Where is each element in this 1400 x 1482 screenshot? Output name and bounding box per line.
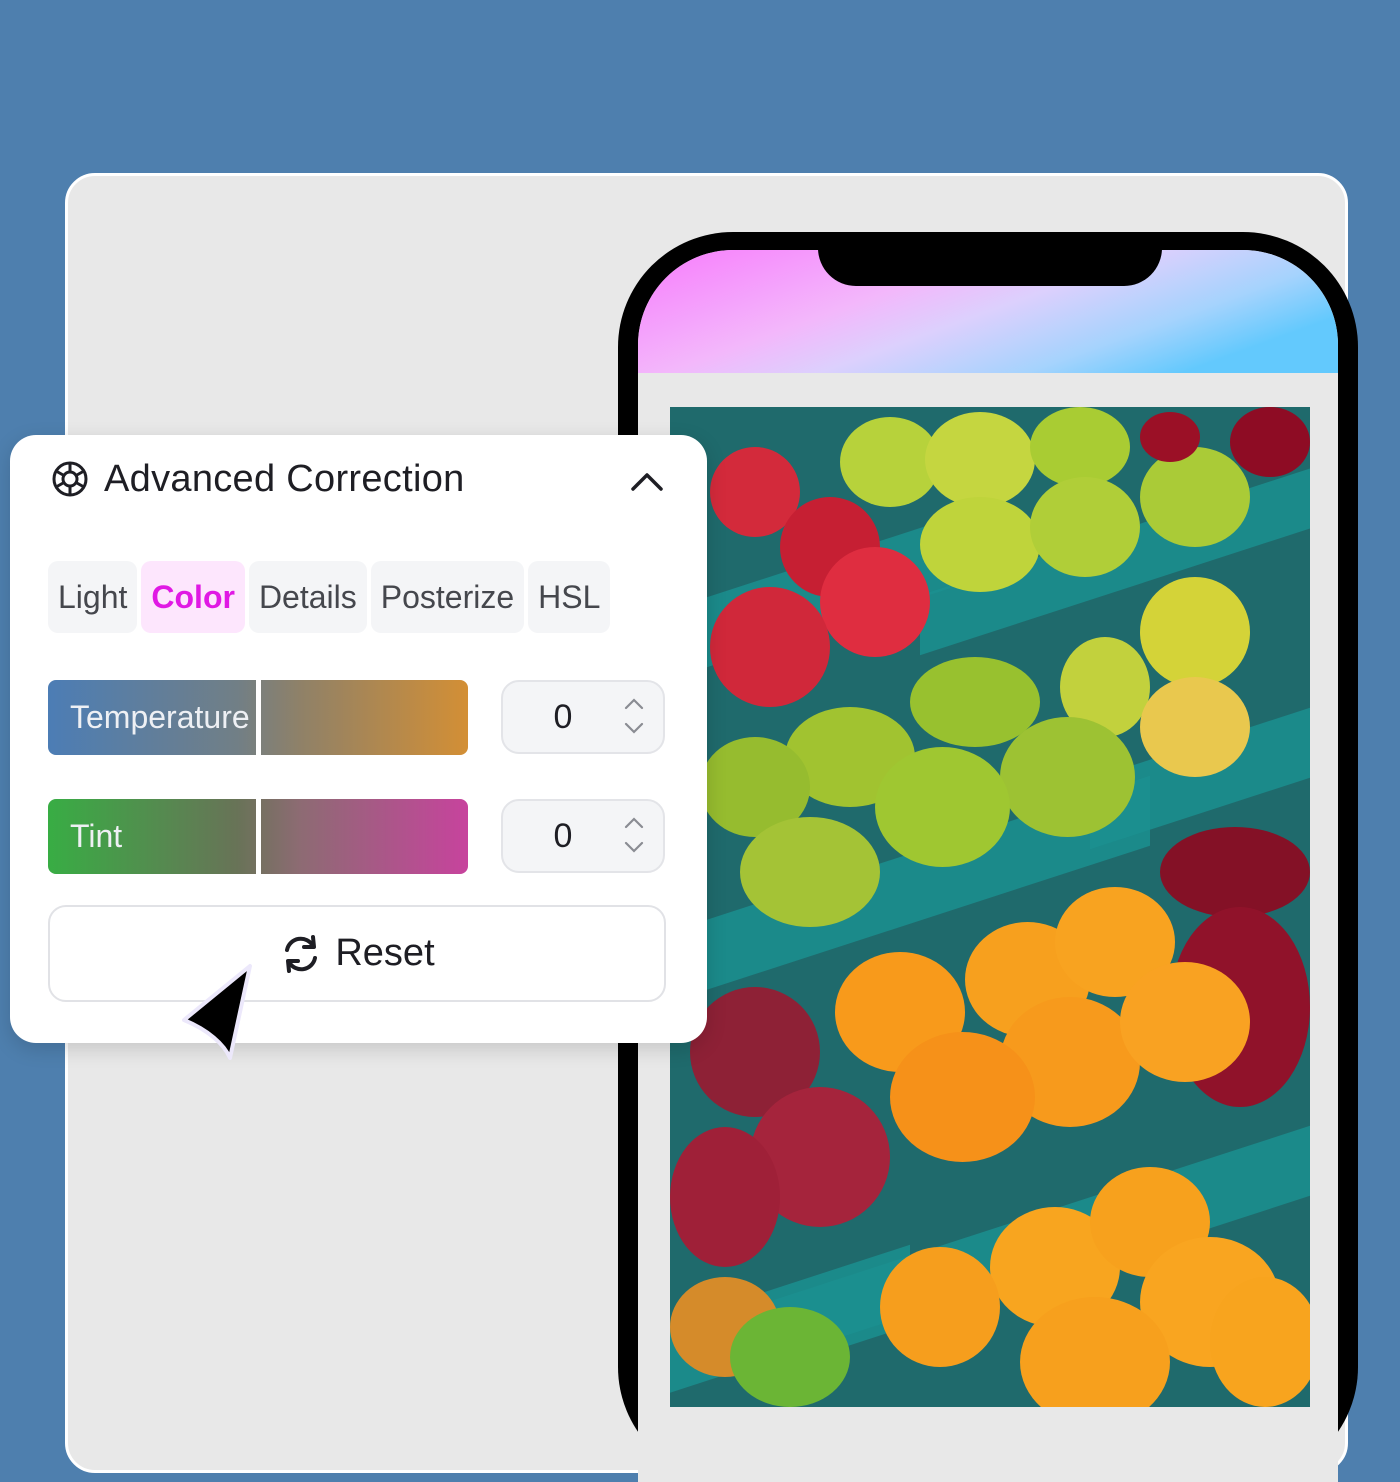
tint-stepper[interactable]: 0 — [501, 799, 665, 873]
correction-tabs: Light Color Details Posterize HSL — [48, 561, 611, 633]
chevron-up-icon[interactable] — [621, 813, 647, 833]
chevron-up-icon[interactable] — [621, 694, 647, 714]
tab-light[interactable]: Light — [48, 561, 138, 633]
refresh-icon — [285, 934, 318, 973]
temperature-row: Temperature 0 — [48, 680, 668, 755]
tint-slider[interactable]: Tint — [48, 799, 468, 874]
temperature-slider[interactable]: Temperature — [48, 680, 468, 755]
tab-details[interactable]: Details — [248, 561, 367, 633]
panel-title: Advanced Correction — [104, 457, 465, 500]
tab-color[interactable]: Color — [141, 561, 245, 633]
fruit-photo — [670, 407, 1310, 1407]
temperature-slider-thumb[interactable] — [256, 680, 261, 755]
mouse-cursor-icon — [182, 964, 252, 1060]
chevron-down-icon[interactable] — [621, 718, 647, 738]
reset-label: Reset — [335, 932, 435, 974]
tint-slider-thumb[interactable] — [256, 799, 261, 874]
phone-mockup — [618, 232, 1358, 1482]
panel-header: Advanced Correction — [50, 457, 667, 501]
advanced-correction-panel: Advanced Correction Light Color Details … — [10, 435, 707, 1043]
chevron-down-icon[interactable] — [621, 837, 647, 857]
tab-posterize[interactable]: Posterize — [370, 561, 525, 633]
phone-notch — [818, 250, 1162, 286]
temperature-value[interactable]: 0 — [523, 682, 603, 752]
temperature-stepper[interactable]: 0 — [501, 680, 665, 754]
phone-screen — [638, 250, 1338, 1482]
tint-value[interactable]: 0 — [523, 801, 603, 871]
temperature-label: Temperature — [70, 699, 250, 735]
tab-hsl[interactable]: HSL — [528, 561, 611, 633]
tint-row: Tint 0 — [48, 799, 668, 874]
tint-label: Tint — [70, 818, 123, 854]
reset-button[interactable]: Reset — [48, 905, 666, 1002]
chevron-up-icon[interactable] — [627, 463, 667, 499]
aperture-icon — [52, 461, 88, 497]
